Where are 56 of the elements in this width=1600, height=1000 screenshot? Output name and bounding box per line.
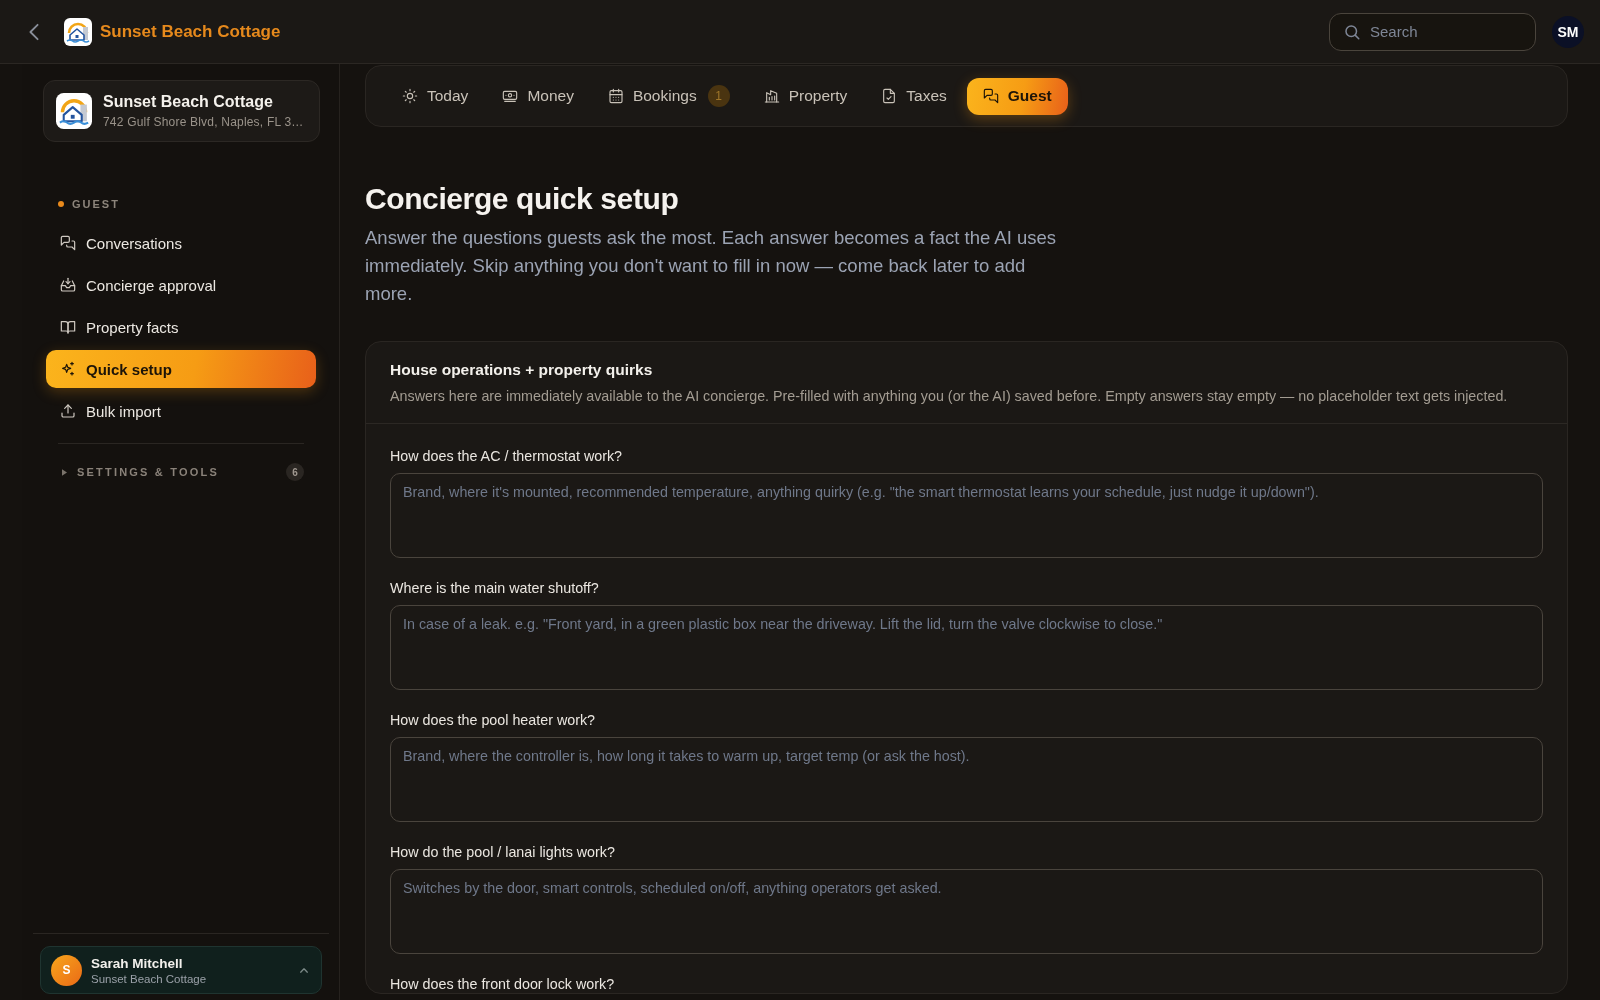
question-label: How do the pool / lanai lights work?	[390, 844, 616, 861]
tab[interactable]: Money	[488, 77, 588, 115]
section-label: GUEST	[72, 198, 120, 210]
card-title: House operations + property quirks	[390, 360, 654, 380]
nav-item[interactable]: Conversations	[46, 224, 316, 262]
back-chevron-icon[interactable]	[28, 22, 40, 41]
tab[interactable]: Property	[749, 77, 862, 115]
nav-item[interactable]: Concierge approval	[46, 266, 316, 304]
search-icon	[1343, 22, 1361, 41]
user-name: Sarah Mitchell	[91, 955, 184, 971]
calendar-icon	[607, 88, 624, 104]
property-address: 742 Gulf Shore Blvd, Naples, FL 3…	[103, 115, 304, 129]
answer-field[interactable]: Switches by the door, smart controls, scheduled on/off, anything operators get asked.	[390, 869, 1543, 954]
card-description: Answers here are immediately available to the AI concierge. Pre-filled with anything you (or the AI) saved before. Empty answers stay empty — no placeholder text gets injected.	[390, 387, 1509, 406]
upload-icon	[60, 403, 76, 419]
count-badge: 1	[707, 85, 730, 107]
page-intro: Answer the questions guests ask the most. Each answer becomes a fact the AI uses immediately. Skip anything you don't want to fill in now — come back later to add more.	[365, 226, 1058, 306]
answer-field[interactable]: Brand, where the controller is, how long it takes to warm up, target temp (or ask the host).	[390, 737, 1543, 822]
nav-item[interactable]: Bulk import	[46, 392, 316, 430]
answer-field[interactable]: In case of a leak. e.g. "Front yard, in a green plastic box near the driveway. Lift the lid, turn the valve clockwise to close."	[390, 605, 1543, 690]
tab[interactable]: Taxes	[867, 77, 961, 115]
section-dot-icon	[58, 201, 64, 207]
question-label: Where is the main water shutoff?	[390, 580, 600, 597]
question-label: How does the AC / thermostat work?	[390, 448, 624, 465]
open-book-icon	[60, 319, 76, 335]
sun-icon	[402, 88, 418, 104]
property-name: Sunset Beach Cottage	[103, 93, 274, 111]
sparkles-icon	[60, 361, 76, 377]
caret-icon[interactable]	[62, 468, 67, 476]
question-label: How does the pool heater work?	[390, 712, 597, 729]
user-avatar[interactable]: SM	[1552, 15, 1584, 48]
inbox-tray-icon	[60, 277, 76, 293]
page-title: Concierge quick setup	[365, 181, 680, 217]
chevron-up-icon[interactable]	[299, 966, 309, 974]
settings-section-toggle[interactable]: SETTINGS & TOOLS	[77, 466, 219, 478]
user-property: Sunset Beach Cottage	[91, 972, 208, 985]
building-icon	[763, 88, 780, 104]
tab[interactable]: Guest	[966, 77, 1068, 115]
count-badge: 6	[286, 463, 304, 481]
user-avatar: S	[51, 954, 82, 986]
document-check-icon	[881, 88, 898, 104]
chat-bubbles-icon	[60, 235, 76, 251]
chat-bubbles-icon	[982, 88, 999, 104]
tab[interactable]: Today	[388, 77, 483, 115]
property-title: Sunset Beach Cottage	[100, 21, 281, 42]
house-logo-icon	[56, 93, 92, 129]
property-card[interactable]: Sunset Beach Cottage 742 Gulf Shore Blvd, Naples, FL 3…	[43, 80, 320, 142]
nav-item[interactable]: Quick setup	[46, 350, 316, 388]
tab[interactable]: Bookings 1	[593, 77, 744, 115]
search-field[interactable]: Search	[1329, 12, 1536, 51]
house-logo-icon	[64, 17, 92, 46]
nav-item[interactable]: Property facts	[46, 308, 316, 346]
banknote-icon	[502, 88, 519, 104]
answer-field[interactable]: Brand, where it's mounted, recommended temperature, anything quirky (e.g. "the smart thermostat learns your schedule, just nudge it up/down").	[390, 473, 1543, 558]
user-card[interactable]: S Sarah Mitchell Sunset Beach Cottage	[40, 946, 322, 994]
question-label: How does the front door lock work?	[390, 976, 616, 993]
